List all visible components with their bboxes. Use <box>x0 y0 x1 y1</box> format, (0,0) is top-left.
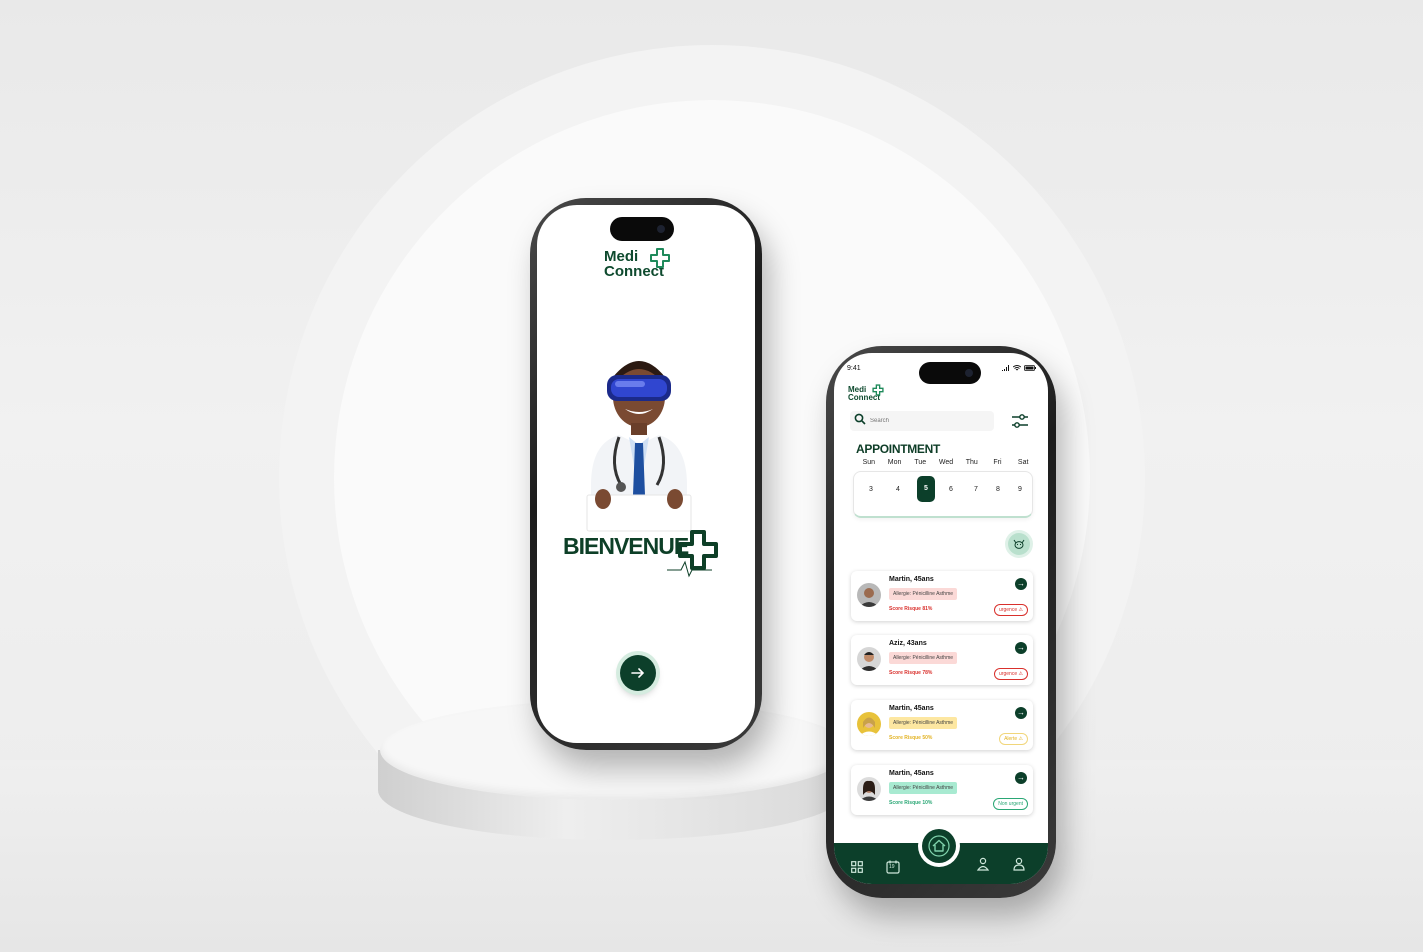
patient-card[interactable]: Martin, 45ans Allergie: Pénicilline Asth… <box>851 571 1033 621</box>
date-cell[interactable]: 3 <box>862 486 880 493</box>
arrow-right-icon[interactable]: → <box>1015 642 1027 654</box>
dynamic-island <box>610 217 674 241</box>
phone-splash: Medi Connect BIENVENUE <box>530 198 762 750</box>
medical-cross-icon <box>650 248 670 268</box>
allergy-tag: Allergie: Pénicilline Asthme <box>889 652 958 664</box>
risk-score: Score Risque 50% <box>889 735 933 741</box>
app-logo: Medi Connect <box>604 248 670 279</box>
dashboard-screen: 9:41 Medi Connect APPOINTM <box>834 353 1048 884</box>
weekday-label: Tue <box>914 459 927 466</box>
patient-name: Martin, 45ans <box>889 770 934 777</box>
arrow-right-icon[interactable]: → <box>1015 772 1027 784</box>
date-cell[interactable]: 7 <box>967 486 985 493</box>
status-badge: Non urgent <box>993 798 1028 810</box>
status-badge: Alerte ⚠ <box>999 733 1028 745</box>
grid-icon <box>851 861 863 873</box>
calendar-date: 19 <box>889 864 895 870</box>
risk-score: Score Risque 81% <box>889 606 933 612</box>
arrow-right-icon[interactable]: → <box>1015 707 1027 719</box>
patient-avatar <box>857 712 881 736</box>
allergy-tag: Allergie: Pénicilline Asthme <box>889 717 958 729</box>
risk-score: Score Risque 10% <box>889 800 933 806</box>
arrow-right-icon <box>631 668 645 678</box>
search-bar[interactable] <box>850 411 994 431</box>
patient-avatar <box>857 777 881 801</box>
patients-nav[interactable] <box>976 857 990 871</box>
weekday-label: Wed <box>938 459 954 466</box>
date-cell[interactable]: 4 <box>889 486 907 493</box>
profile-nav[interactable] <box>1012 857 1026 871</box>
search-input[interactable] <box>870 418 970 424</box>
status-badge: urgence ⚠ <box>994 604 1028 616</box>
status-time: 9:41 <box>847 365 861 372</box>
home-button[interactable] <box>922 829 956 863</box>
patient-avatar <box>857 647 881 671</box>
phone-dashboard: 9:41 Medi Connect APPOINTM <box>826 346 1056 898</box>
user-icon <box>1013 857 1025 871</box>
allergy-tag: Allergie: Pénicilline Asthme <box>889 782 958 794</box>
signal-icon <box>1002 365 1009 371</box>
doctor-illustration <box>586 361 692 532</box>
home-icon <box>928 835 950 857</box>
search-icon <box>850 412 870 430</box>
status-icons <box>1002 365 1036 371</box>
next-button[interactable] <box>620 655 656 691</box>
allergy-tag: Allergie: Pénicilline Asthme <box>889 588 958 600</box>
date-cell[interactable]: 9 <box>1011 486 1029 493</box>
weekday-label: Sun <box>862 459 876 466</box>
date-cell[interactable]: 6 <box>942 486 960 493</box>
date-strip: 3 4 5 6 7 8 9 <box>853 471 1033 518</box>
app-logo: Medi Connect <box>848 384 884 402</box>
weekday-header: Sun Mon Tue Wed Thu Fri Sat <box>856 459 1036 466</box>
status-badge: urgence ⚠ <box>994 668 1028 680</box>
battery-icon <box>1024 365 1036 371</box>
medical-cross-heartbeat-icon <box>667 530 718 578</box>
splash-screen: Medi Connect BIENVENUE <box>537 205 755 743</box>
appointment-title: APPOINTMENT <box>856 442 941 456</box>
patient-avatar <box>857 583 881 607</box>
weekday-label: Thu <box>965 459 978 466</box>
calendar-nav[interactable]: 19 <box>886 860 900 874</box>
date-cell[interactable]: 8 <box>989 486 1007 493</box>
wifi-icon <box>1013 365 1021 371</box>
patient-card[interactable]: Martin, 45ans Allergie: Pénicilline Asth… <box>851 765 1033 815</box>
patient-card[interactable]: Martin, 45ans Allergie: Pénicilline Asth… <box>851 700 1033 750</box>
patient-name: Martin, 45ans <box>889 705 934 712</box>
pet-button[interactable] <box>1008 533 1030 555</box>
patient-card[interactable]: Aziz, 43ans Allergie: Pénicilline Asthme… <box>851 635 1033 685</box>
arrow-right-icon[interactable]: → <box>1015 578 1027 590</box>
weekday-label: Sat <box>1017 459 1029 466</box>
filter-button[interactable] <box>1010 412 1030 430</box>
patient-name: Martin, 45ans <box>889 576 934 583</box>
date-cell-selected[interactable]: 5 <box>917 476 935 502</box>
weekday-label: Mon <box>887 459 902 466</box>
sliders-icon <box>1012 414 1028 428</box>
risk-score: Score Risque 78% <box>889 670 933 676</box>
pet-face-icon <box>1013 539 1025 549</box>
patient-name: Aziz, 43ans <box>889 640 927 647</box>
user-check-icon <box>976 857 990 871</box>
dashboard-nav[interactable] <box>850 860 864 874</box>
dynamic-island <box>919 362 981 384</box>
medical-cross-icon <box>872 384 884 396</box>
weekday-label: Fri <box>993 459 1002 466</box>
